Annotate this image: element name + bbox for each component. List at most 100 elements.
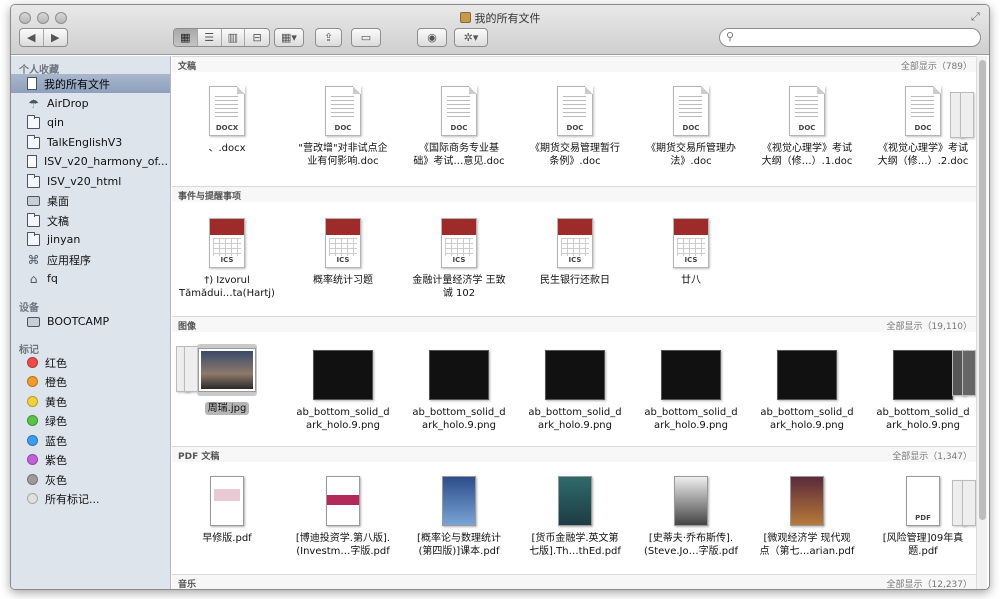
folder-icon	[27, 212, 40, 227]
file-item[interactable]: ICS 概率统计习题	[288, 218, 398, 287]
show-all-documents-link[interactable]: 全部显示（789）	[901, 59, 972, 72]
sidebar-item-desktop[interactable]: 桌面	[11, 191, 170, 210]
sidebar-item-qin[interactable]: qin	[11, 113, 170, 132]
file-item[interactable]: DOC 《期货交易管理暂行 条例》.doc	[520, 86, 630, 168]
section-header-images: 图像 全部显示（19,110）	[172, 316, 978, 332]
search-icon: ⚲	[726, 30, 735, 43]
sidebar-item-isv-harmony[interactable]: ISV_v20_harmony_of...	[11, 152, 170, 171]
doc-file-icon: DOC	[325, 86, 361, 136]
fullscreen-icon[interactable]: ⤢	[971, 11, 983, 23]
section-header-documents: 文稿 全部显示（789）	[172, 56, 978, 72]
image-thumbnail	[661, 350, 721, 400]
file-item[interactable]: ab_bottom_solid_d ark_holo.9.png	[520, 350, 630, 432]
doc-file-icon: DOC	[557, 86, 593, 136]
all-tags-icon	[27, 493, 38, 504]
sidebar-item-bootcamp[interactable]: BOOTCAMP	[11, 312, 170, 331]
file-item[interactable]: [博迪投资学.第八版]. (Investm…字版.pdf	[288, 476, 398, 558]
file-item[interactable]: ab_bottom_solid_d ark_holo.9.png	[288, 350, 398, 432]
file-item[interactable]: [货币金融学.英文第 七版].Th…thEd.pdf	[520, 476, 630, 558]
file-item-selected[interactable]: 周瑞.jpg	[172, 340, 282, 415]
file-item[interactable]: ICS 民生银行还款日	[520, 218, 630, 287]
document-icon	[27, 155, 37, 168]
stack-overflow-icon[interactable]	[950, 92, 976, 142]
vertical-scrollbar[interactable]	[976, 56, 987, 589]
file-item[interactable]: DOCX 、.docx	[172, 86, 282, 155]
gray-tag-icon	[27, 474, 38, 485]
file-item[interactable]: ab_bottom_solid_d ark_holo.9.png	[752, 350, 862, 432]
window-title: 我的所有文件	[11, 10, 989, 26]
red-tag-icon	[27, 357, 38, 368]
pdf-thumbnail: PDF	[906, 476, 940, 526]
scrollbar-thumb[interactable]	[979, 60, 986, 520]
all-files-icon	[27, 77, 37, 90]
coverflow-view-button[interactable]: ⊟	[245, 29, 269, 46]
purple-tag-icon	[27, 454, 38, 465]
search-input[interactable]	[740, 31, 970, 44]
sidebar: 个人收藏 我的所有文件 ☂ AirDrop qin TalkEnglishV3 I…	[11, 56, 171, 589]
sidebar-tag-green[interactable]: 绿色	[11, 411, 170, 430]
show-all-images-link[interactable]: 全部显示（19,110）	[887, 319, 973, 332]
image-thumbnail	[313, 350, 373, 400]
list-view-button[interactable]: ☰	[198, 29, 222, 46]
stack-overflow-icon[interactable]	[952, 480, 978, 530]
sidebar-item-isv-html[interactable]: ISV_v20_html	[11, 172, 170, 191]
file-item[interactable]: 早修版.pdf	[172, 476, 282, 545]
file-item[interactable]: [史蒂夫·乔布斯传]. (Steve.Jo…字版.pdf	[636, 476, 746, 558]
show-all-pdfs-link[interactable]: 全部显示（1,347）	[892, 449, 972, 462]
action-button[interactable]: ✲▾	[454, 28, 488, 47]
sidebar-tag-red[interactable]: 红色	[11, 353, 170, 372]
sidebar-tag-all[interactable]: 所有标记...	[11, 489, 170, 508]
icon-view-button[interactable]: ▦	[174, 29, 198, 46]
home-icon: ⌂	[29, 271, 38, 286]
file-item[interactable]: [概率论与数理统计 (第四版)]课本.pdf	[404, 476, 514, 558]
sidebar-item-applications[interactable]: ⌘ 应用程序	[11, 250, 170, 269]
file-item[interactable]: ICS †) Izvorul Tămădui…ta(Hartj)	[172, 218, 282, 300]
file-item[interactable]: DOC "营改增"对非试点企 业有何影响.doc	[288, 86, 398, 168]
tag-button[interactable]: ▭	[351, 28, 381, 47]
file-item[interactable]: DOC 《国际商务专业基 础》考试…意见.doc	[404, 86, 514, 168]
share-button[interactable]: ⇪	[315, 28, 342, 47]
file-browser: 文稿 全部显示（789） DOCX 、.docx DOC "营改增"对非试点企 业有何…	[172, 56, 978, 589]
quicklook-button[interactable]: ◉	[417, 28, 447, 47]
pdf-thumbnail	[210, 476, 244, 526]
green-tag-icon	[27, 415, 38, 426]
file-item[interactable]: ab_bottom_solid_d ark_holo.9.png	[636, 350, 746, 432]
arrange-button[interactable]: ▦▾	[274, 28, 304, 47]
calendar-file-icon: ICS	[557, 218, 593, 268]
search-field[interactable]: ⚲	[719, 28, 981, 47]
sidebar-item-airdrop[interactable]: ☂ AirDrop	[11, 94, 170, 113]
file-item[interactable]: [微观经济学 现代观 点（第七…arian.pdf	[752, 476, 862, 558]
sidebar-tag-purple[interactable]: 紫色	[11, 450, 170, 469]
file-item[interactable]: ICS 金融计量经济学 王致诚 102	[404, 218, 514, 300]
folder-icon	[27, 173, 40, 188]
file-item[interactable]: DOC 《期货交易所管理办 法》.doc	[636, 86, 746, 168]
folder-icon	[27, 114, 40, 129]
file-item[interactable]: ab_bottom_solid_d ark_holo.9.png	[404, 350, 514, 432]
sidebar-item-talkenglish[interactable]: TalkEnglishV3	[11, 133, 170, 152]
calendar-file-icon: ICS	[209, 218, 245, 268]
desktop-icon	[27, 195, 40, 206]
file-item[interactable]: DOC 《视觉心理学》考试 大纲（修…）.1.doc	[752, 86, 862, 168]
file-item[interactable]: ICS 廿八	[636, 218, 746, 287]
pdf-thumbnail	[558, 476, 592, 526]
pdf-thumbnail	[326, 476, 360, 526]
forward-button[interactable]: ▶	[44, 29, 67, 46]
sidebar-item-all-files[interactable]: 我的所有文件	[11, 74, 170, 93]
column-view-button[interactable]: ▥	[222, 29, 246, 46]
sidebar-tag-gray[interactable]: 灰色	[11, 470, 170, 489]
doc-file-icon: DOC	[441, 86, 477, 136]
show-all-music-link[interactable]: 全部显示（12,237）	[887, 577, 973, 589]
section-header-music: 音乐 全部显示（12,237）	[172, 574, 978, 589]
folder-icon	[27, 231, 40, 246]
sidebar-item-fq[interactable]: ⌂ fq	[11, 269, 170, 288]
sidebar-item-jinyan[interactable]: jinyan	[11, 230, 170, 249]
sidebar-tag-yellow[interactable]: 黄色	[11, 392, 170, 411]
sidebar-item-documents[interactable]: 文稿	[11, 211, 170, 230]
back-button[interactable]: ◀	[20, 29, 44, 46]
sidebar-tag-orange[interactable]: 橙色	[11, 372, 170, 391]
applications-icon: ⌘	[27, 252, 40, 267]
folder-icon	[27, 134, 40, 149]
stack-overflow-icon[interactable]	[952, 350, 978, 400]
sidebar-tag-blue[interactable]: 蓝色	[11, 431, 170, 450]
calendar-file-icon: ICS	[325, 218, 361, 268]
